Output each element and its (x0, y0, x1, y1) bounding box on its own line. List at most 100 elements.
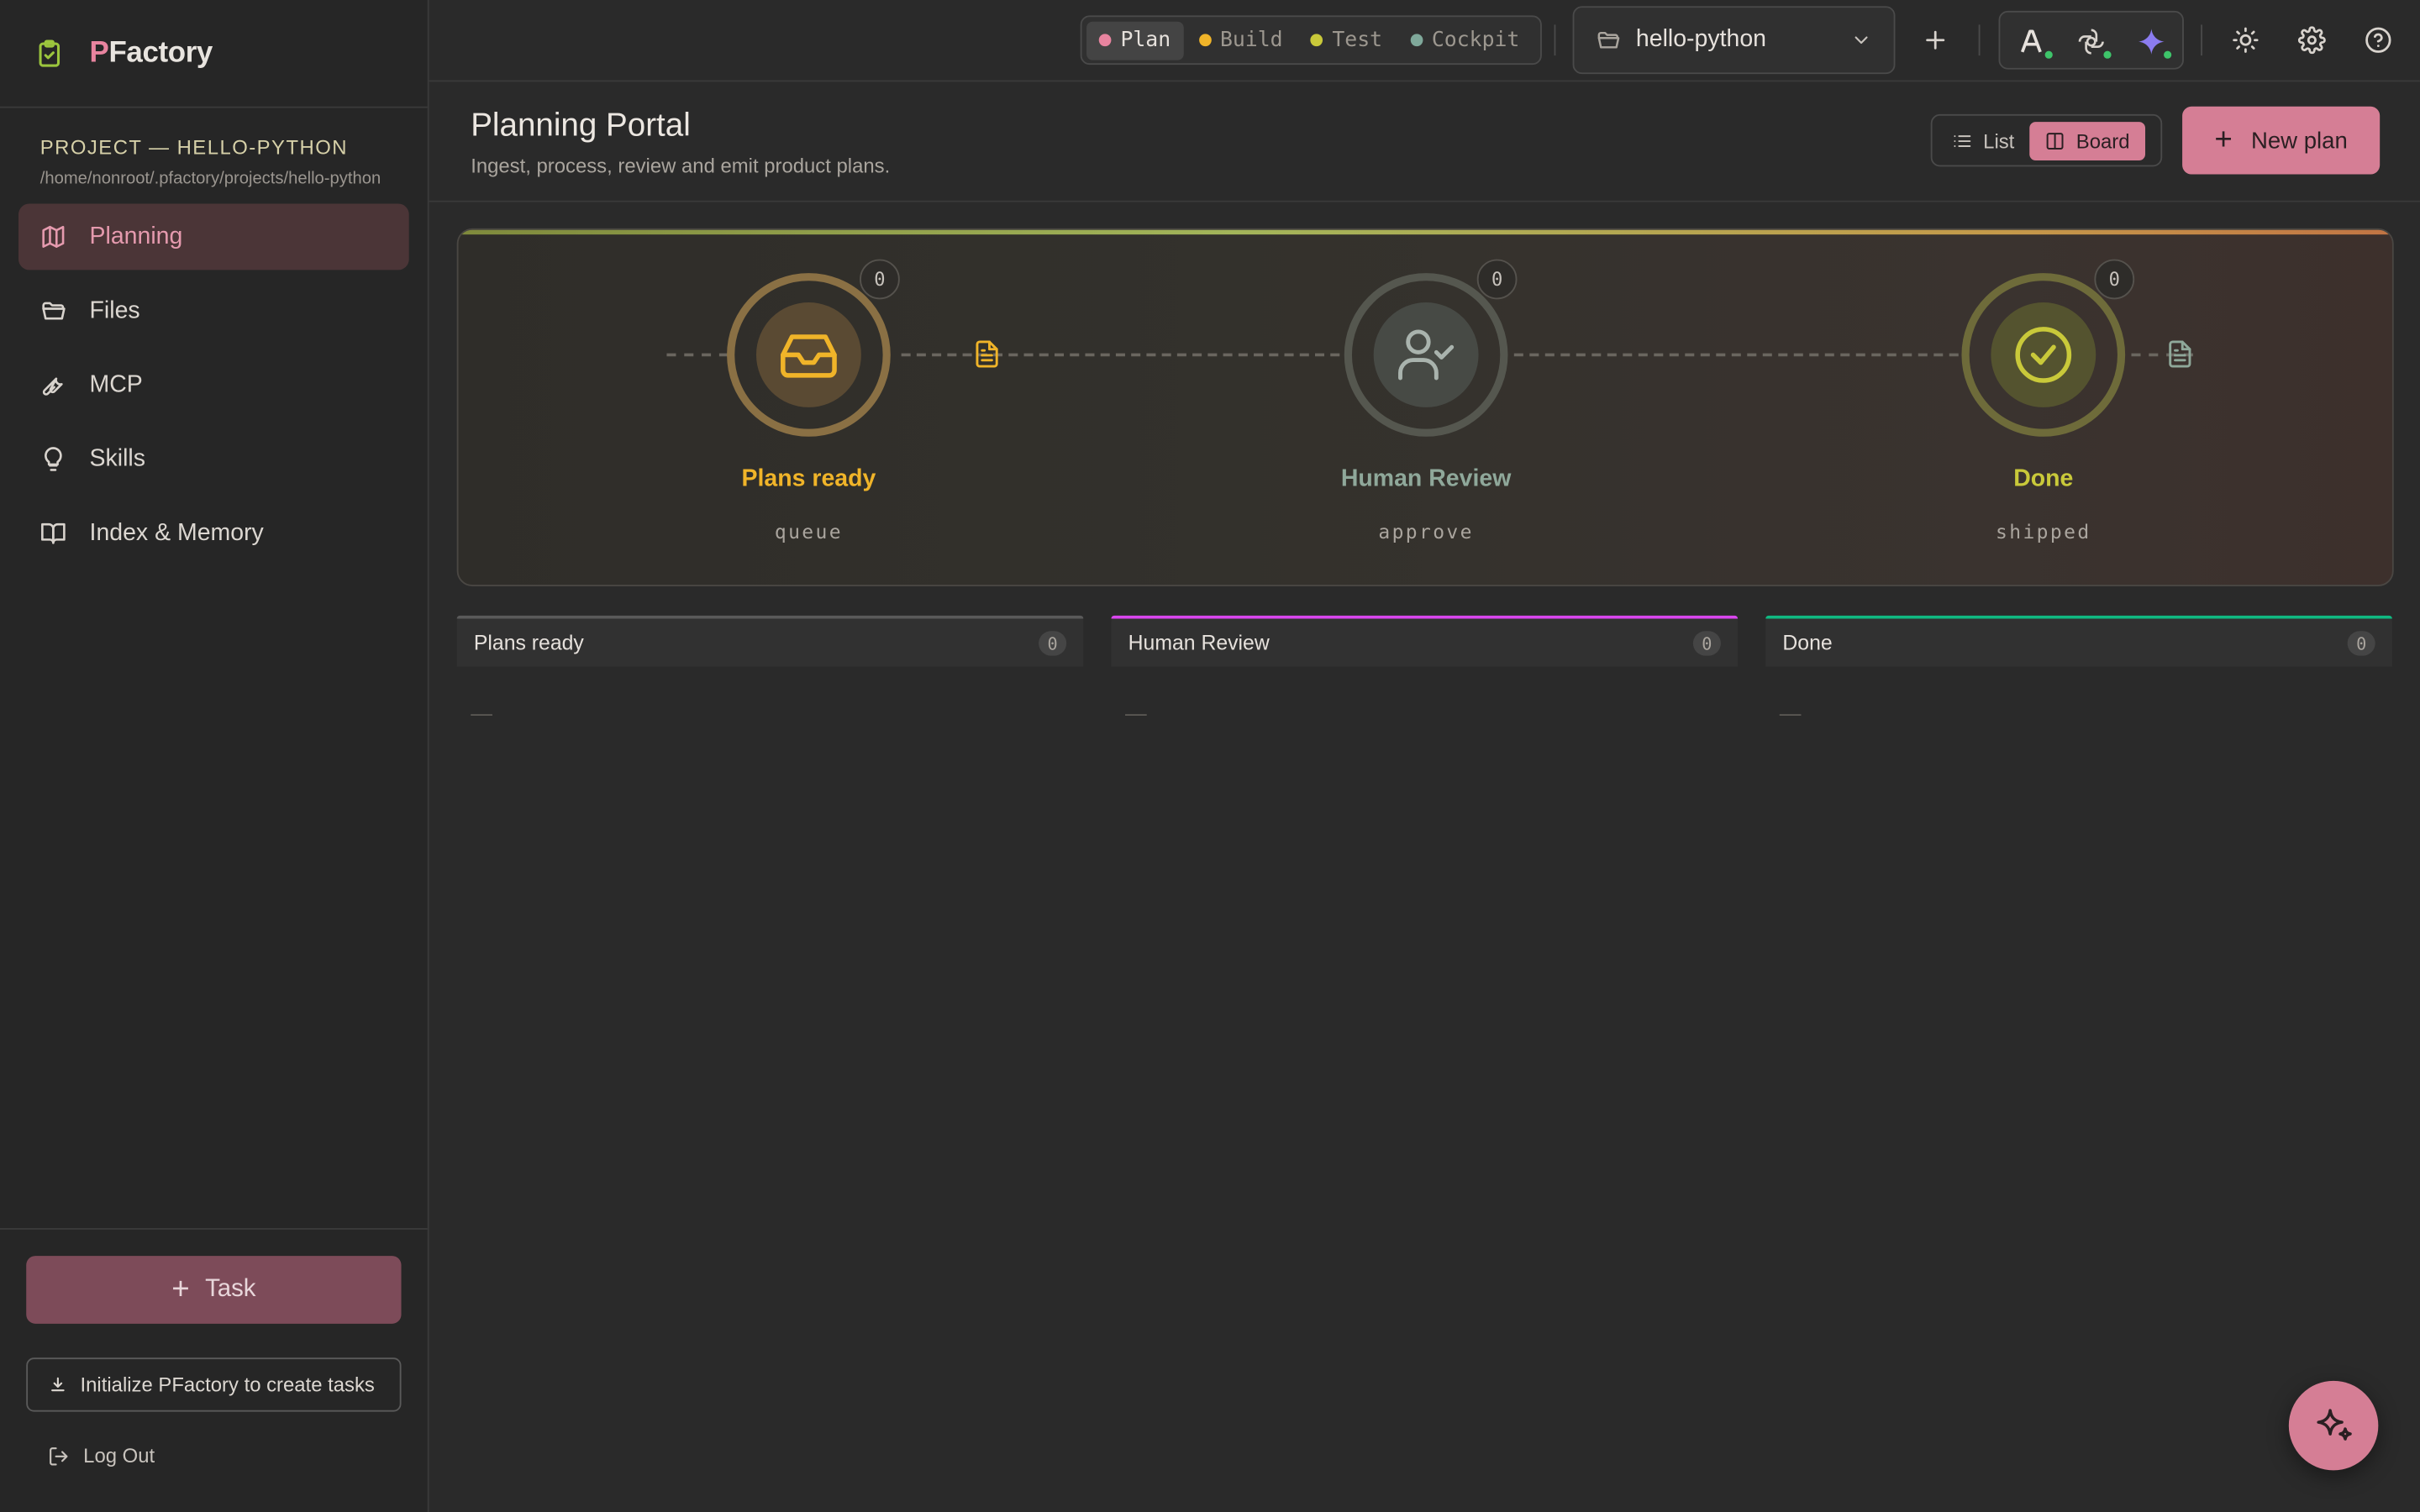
sidebar-item-label: Index & Memory (89, 519, 264, 546)
stage-count: 0 (1476, 259, 1518, 300)
agent-switcher (1998, 10, 2184, 70)
mode-label: Build (1219, 28, 1283, 53)
openai-agent-button[interactable] (2075, 26, 2113, 60)
status-dot (1098, 34, 1112, 47)
stage-count: 0 (2094, 259, 2135, 300)
stage-caption: approve (1378, 519, 1474, 543)
view-board-label: Board (2075, 129, 2130, 152)
inbox-icon (781, 334, 837, 378)
pipeline-overview: 0 Plans ready queue 0 Human Review appro… (456, 228, 2394, 586)
logout-button[interactable]: Log Out (48, 1444, 155, 1467)
ai-assistant-button[interactable] (2288, 1380, 2379, 1471)
sidebar-item-files[interactable]: Files (18, 278, 409, 344)
sidebar-item-skills[interactable]: Skills (18, 426, 409, 492)
sidebar: PFactory PROJECT — HELLO-PYTHON /home/no… (0, 0, 429, 1512)
gemini-agent-button[interactable] (2136, 26, 2174, 60)
document-icon (2169, 340, 2191, 368)
columns-icon (2047, 132, 2064, 150)
logout-icon (50, 1446, 68, 1465)
mode-build[interactable]: Build (1186, 21, 1296, 60)
column-accent (456, 615, 1084, 619)
column-plans-ready: Plans ready 0 (456, 615, 1084, 667)
topbar: Plan Build Test Cockpit hello-python (429, 0, 2420, 82)
anthropic-agent-button[interactable] (2018, 26, 2054, 60)
sidebar-item-label: MCP (89, 370, 143, 397)
sidebar-item-label: Planning (89, 223, 183, 249)
column-title: Human Review (1128, 631, 1270, 654)
connector-line (1513, 353, 1959, 357)
divider (2201, 24, 2202, 56)
stage-inner (1991, 302, 2096, 407)
sidebar-item-label: Files (89, 297, 140, 323)
stage-count: 0 (860, 259, 900, 300)
check-circle-icon (2015, 327, 2072, 383)
mode-label: Test (1332, 28, 1383, 53)
help-icon[interactable] (2365, 26, 2392, 54)
status-dot (1198, 34, 1211, 47)
page-title: Planning Portal (471, 108, 691, 144)
view-board-button[interactable]: Board (2029, 121, 2145, 160)
stage-done[interactable]: 0 (1961, 259, 2135, 437)
gear-icon[interactable] (2297, 26, 2326, 55)
column-title: Done (1782, 631, 1833, 654)
view-list-label: List (1983, 129, 2015, 152)
connector-line (666, 353, 729, 357)
status-dot (1410, 34, 1423, 47)
new-plan-label: New plan (2250, 127, 2348, 154)
sidebar-item-mcp[interactable]: MCP (18, 352, 409, 418)
column-empty: — (1779, 700, 1802, 726)
column-count: 0 (2347, 631, 2375, 656)
brand[interactable]: PFactory (0, 0, 428, 108)
folder-open-icon (1597, 31, 1620, 49)
sidebar-nav: Planning Files MCP Skills Index & Memory (0, 203, 428, 566)
stage-plans-ready[interactable]: 0 (727, 259, 900, 437)
view-list-button[interactable]: List (1937, 121, 2030, 160)
sidebar-item-index-memory[interactable]: Index & Memory (18, 500, 409, 566)
map-icon (42, 225, 65, 248)
download-icon (51, 1377, 65, 1392)
sidebar-item-planning[interactable]: Planning (18, 203, 409, 270)
stage-caption: shipped (1996, 519, 2091, 543)
logout-label: Log Out (83, 1444, 155, 1467)
column-done: Done 0 (1765, 615, 2392, 667)
add-task-label: Task (205, 1275, 256, 1303)
project-select[interactable]: hello-python (1572, 6, 1896, 75)
stage-inner (1373, 302, 1479, 407)
divider (1554, 24, 1556, 56)
stage-caption: queue (774, 519, 843, 543)
plus-icon[interactable] (1922, 26, 1949, 54)
mode-test[interactable]: Test (1298, 21, 1395, 60)
connector-line (901, 353, 1340, 357)
user-check-icon (1398, 329, 1455, 381)
column-empty: — (471, 700, 492, 726)
status-dot (1310, 34, 1323, 47)
wrench-icon (42, 377, 63, 396)
sparkles-icon (2317, 1409, 2352, 1441)
folder-icon (42, 302, 66, 320)
list-icon (1954, 134, 1971, 147)
stage-name: Done (2013, 465, 2074, 492)
mode-plan[interactable]: Plan (1086, 20, 1183, 60)
new-plan-button[interactable]: + New plan (2182, 106, 2381, 175)
mode-cockpit[interactable]: Cockpit (1397, 21, 1532, 60)
mode-label: Plan (1120, 28, 1171, 53)
page-header: Planning Portal Ingest, process, review … (429, 81, 2420, 202)
page-subtitle: Ingest, process, review and emit product… (471, 154, 891, 178)
stage-human-review[interactable]: 0 (1344, 259, 1518, 437)
column-empty: — (1124, 700, 1147, 726)
online-dot (2043, 49, 2054, 60)
lightbulb-icon (45, 447, 62, 471)
mode-label: Cockpit (1431, 28, 1520, 53)
online-dot (2102, 49, 2113, 60)
column-accent (1765, 615, 2392, 619)
plus-icon: + (171, 1272, 190, 1306)
view-toggle: List Board (1930, 113, 2163, 167)
sidebar-item-label: Skills (89, 444, 145, 472)
add-task-button[interactable]: + Task (26, 1256, 402, 1324)
sun-icon[interactable] (2232, 26, 2260, 54)
clipboard-check-icon (34, 38, 65, 69)
stage-name: Human Review (1340, 465, 1512, 492)
initialize-button[interactable]: Initialize PFactory to create tasks (26, 1357, 402, 1412)
document-icon (976, 340, 998, 368)
initialize-label: Initialize PFactory to create tasks (80, 1373, 375, 1397)
